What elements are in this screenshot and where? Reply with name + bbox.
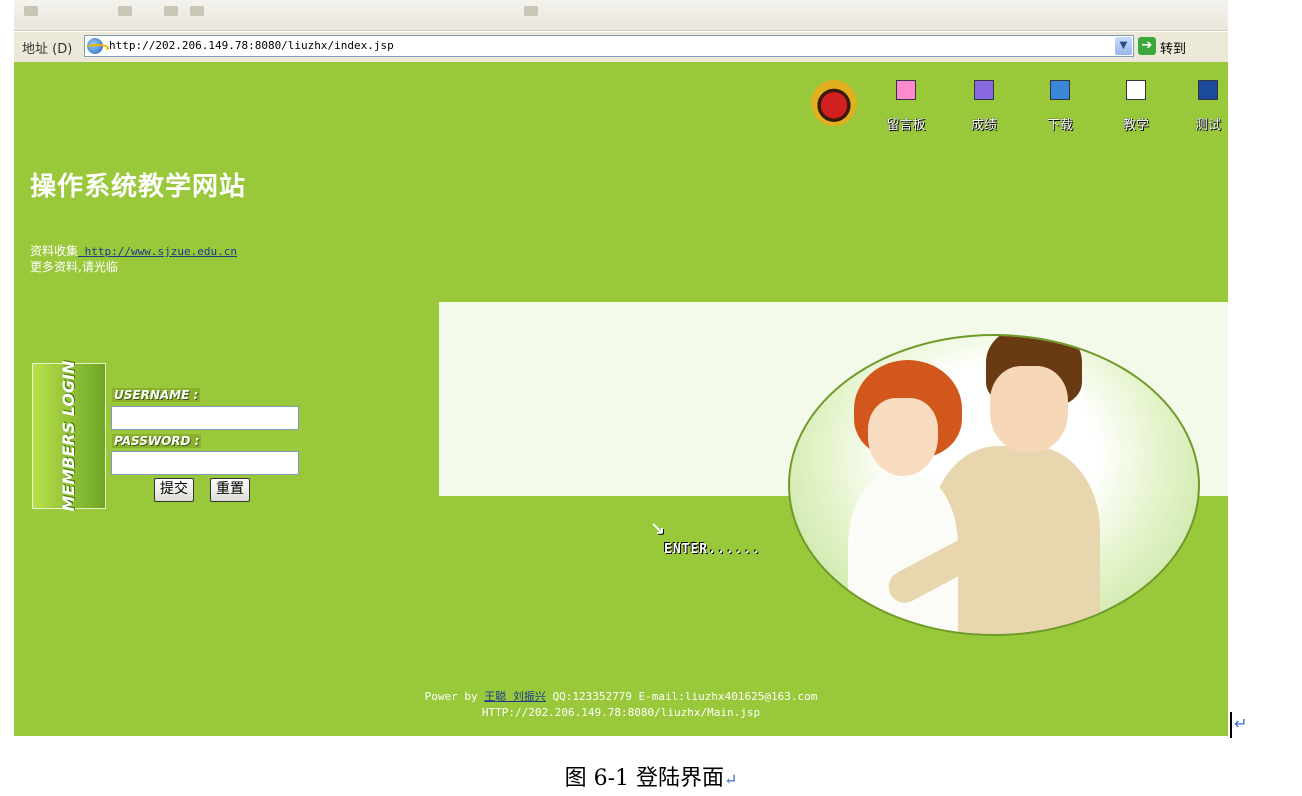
members-login-text: MEMBERS LOGIN xyxy=(59,360,78,512)
toolbar-button[interactable] xyxy=(24,6,38,16)
caption-text: 图 6-1 登陆界面 xyxy=(564,766,724,791)
chevron-down-icon[interactable]: ▼ xyxy=(1115,37,1132,55)
ie-page-icon xyxy=(85,38,109,54)
footer-contact: QQ:123352779 E-mail:liuzhx401625@163.com xyxy=(545,690,818,703)
address-url: http://202.206.149.78:8080/liuzhx/index.… xyxy=(109,39,394,52)
guestbook-icon xyxy=(896,80,916,100)
footer-authors-link[interactable]: 王聪 刘振兴 xyxy=(484,690,546,703)
paragraph-mark: ↵ xyxy=(724,770,738,789)
info-line-1: 资料收集 http://www.sjzue.edu.cn xyxy=(30,242,237,259)
grades-icon xyxy=(974,80,994,100)
address-bar: 地址 (D) http://202.206.149.78:8080/liuzhx… xyxy=(14,31,1228,63)
submit-button[interactable]: 提交 xyxy=(154,478,194,502)
username-label: USERNAME : xyxy=(112,388,201,402)
page-content: 留言板 成绩 下载 教学 测试 操作系统教学网站 资料收集 http://www… xyxy=(14,62,1228,736)
nav-label: 下载 xyxy=(1046,118,1073,133)
address-input[interactable]: http://202.206.149.78:8080/liuzhx/index.… xyxy=(84,35,1134,57)
toolbar-button[interactable] xyxy=(524,6,538,16)
password-field[interactable] xyxy=(111,451,299,475)
teaching-icon xyxy=(1126,80,1146,100)
test-icon xyxy=(1198,80,1218,100)
toolbar-button[interactable] xyxy=(190,6,204,16)
nav-label: 成绩 xyxy=(970,118,997,133)
nav-label: 留言板 xyxy=(886,118,926,133)
couple-illustration xyxy=(788,334,1200,636)
password-label: PASSWORD : xyxy=(112,434,202,448)
mouth-icon[interactable] xyxy=(811,80,857,126)
info-line-2: 更多资料,请光临 xyxy=(30,260,118,274)
footer-url: HTTP://202.206.149.78:8080/liuzhx/Main.j… xyxy=(481,706,761,719)
page-title: 操作系统教学网站 xyxy=(30,172,247,202)
username-field[interactable] xyxy=(111,406,299,430)
members-login-badge: MEMBERS LOGIN xyxy=(32,360,106,512)
toolbar-button[interactable] xyxy=(164,6,178,16)
toolbar-button[interactable] xyxy=(118,6,132,16)
go-arrow-icon[interactable]: ➔ xyxy=(1138,37,1156,55)
reset-button[interactable]: 重置 xyxy=(210,478,250,502)
address-label: 地址 (D) xyxy=(22,42,73,57)
go-button[interactable]: 转到 xyxy=(1160,38,1186,57)
footer-line-1: Power by 王聪 刘振兴 QQ:123352779 E-mail:liuz… xyxy=(14,688,1228,704)
paragraph-mark: ↵ xyxy=(1234,714,1248,733)
nav-label: 教学 xyxy=(1122,118,1149,133)
info-link[interactable]: http://www.sjzue.edu.cn xyxy=(78,245,237,258)
info-prefix: 资料收集 xyxy=(30,244,79,258)
enter-arrow-icon[interactable]: ↘ xyxy=(650,519,665,540)
figure-caption: 图 6-1 登陆界面↵ xyxy=(0,760,1302,792)
enter-link[interactable]: ENTER...... xyxy=(664,542,761,557)
browser-toolbar xyxy=(14,0,1228,31)
text-cursor xyxy=(1230,712,1232,738)
footer-power-by: Power by xyxy=(424,690,485,703)
download-icon xyxy=(1050,80,1070,100)
nav-label: 测试 xyxy=(1194,118,1221,133)
